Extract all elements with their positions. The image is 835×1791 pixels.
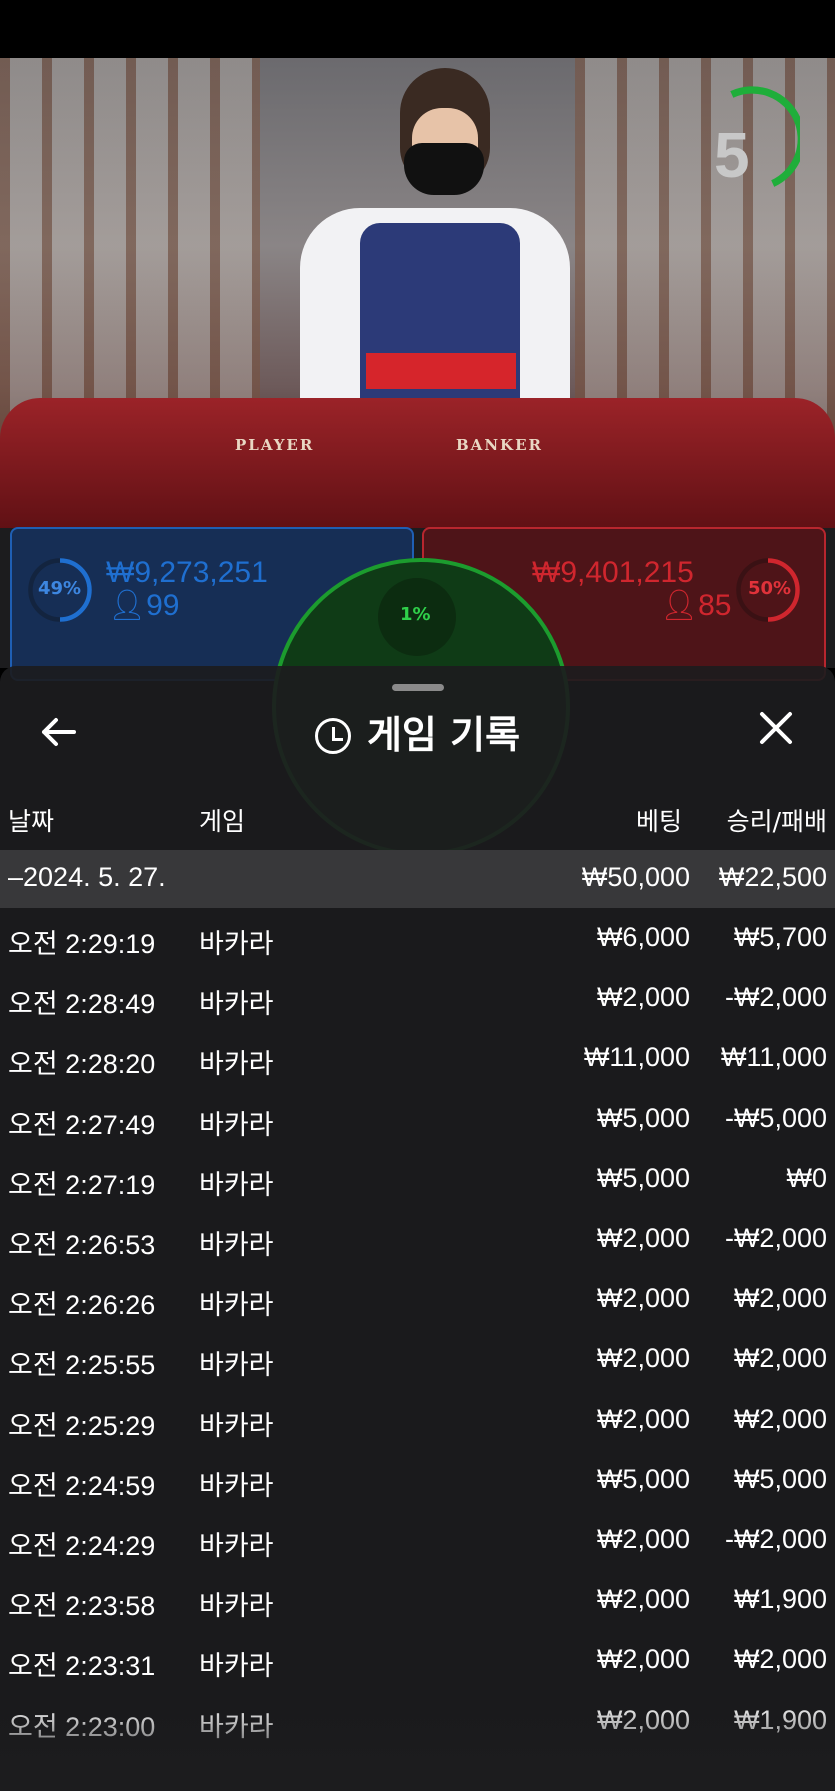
row-game: 바카라: [199, 1651, 274, 1682]
row-result: ₩2,000: [733, 1283, 827, 1314]
row-game: 바카라: [199, 1470, 274, 1501]
row-time: 오전 2:24:59: [8, 1470, 156, 1501]
row-result: ₩2,000: [733, 1343, 827, 1374]
table-banker-label: BANKER: [456, 436, 543, 454]
close-icon: [760, 712, 792, 744]
row-result: ₩0: [786, 1162, 828, 1193]
row-time: 오전 2:27:19: [8, 1169, 156, 1200]
sheet-title: 게임 기록: [0, 704, 835, 759]
row-result: ₩11,000: [720, 1042, 827, 1073]
row-game: 바카라: [199, 1350, 274, 1381]
history-icon: [314, 718, 351, 754]
date-group-date: –2024. 5. 27.: [8, 862, 166, 892]
table-player-label: PLAYER: [235, 436, 315, 454]
row-game: 바카라: [199, 1531, 274, 1561]
date-group-summary[interactable]: –2024. 5. 27. ₩50,000 ₩22,500: [0, 850, 835, 910]
column-header-game: 게임: [199, 807, 246, 836]
row-game: 바카라: [199, 1290, 274, 1321]
row-result: -₩2,000: [724, 1223, 827, 1253]
baccarat-table: [0, 398, 835, 528]
row-time: 오전 2:25:55: [8, 1350, 156, 1381]
history-row[interactable]: 오전 2:24:59 바카라 ₩5,000 ₩5,000: [0, 1452, 835, 1512]
player-percent: 49%: [38, 578, 82, 599]
row-bet: ₩2,000: [596, 1403, 690, 1434]
row-game: 바카라: [199, 1591, 274, 1622]
row-time: 오전 2:28:49: [8, 989, 156, 1020]
row-bet: ₩6,000: [596, 922, 690, 952]
row-time: 오전 2:29:19: [8, 929, 156, 959]
history-row[interactable]: 오전 2:29:19 바카라 ₩6,000 ₩5,700: [0, 910, 835, 970]
history-row[interactable]: 오전 2:23:58 바카라 ₩2,000 ₩1,900: [0, 1572, 835, 1632]
history-row[interactable]: 오전 2:26:26 바카라 ₩2,000 ₩2,000: [0, 1271, 835, 1331]
player-amount: ₩9,273,251: [106, 556, 268, 589]
row-bet: ₩2,000: [596, 1283, 690, 1314]
row-result: -₩2,000: [724, 1524, 827, 1554]
dealer-belt: [366, 353, 516, 389]
date-group-result-total: ₩22,500: [718, 862, 827, 892]
column-header-result: 승리/패배: [726, 807, 827, 836]
row-bet: ₩2,000: [596, 1584, 690, 1615]
history-row[interactable]: 오전 2:27:49 바카라 ₩5,000 -₩5,000: [0, 1091, 835, 1151]
row-time: 오전 2:23:58: [8, 1591, 156, 1622]
row-result: ₩5,700: [733, 922, 827, 952]
row-result: -₩2,000: [724, 982, 827, 1013]
countdown-value: 5: [714, 119, 750, 191]
row-result: ₩5,000: [733, 1463, 827, 1494]
row-bet: ₩5,000: [596, 1102, 690, 1133]
row-game: 바카라: [199, 1109, 274, 1140]
column-header-bet: 베팅: [635, 807, 682, 836]
history-row[interactable]: 오전 2:24:29 바카라 ₩2,000 -₩2,000: [0, 1512, 835, 1572]
banker-amount: ₩9,401,215: [532, 556, 694, 589]
row-bet: ₩2,000: [596, 1223, 690, 1253]
dealer-mask: [404, 143, 484, 195]
list-fade: [0, 1700, 835, 1791]
history-row[interactable]: 오전 2:23:31 바카라 ₩2,000 ₩2,000: [0, 1632, 835, 1692]
banker-percent: 50%: [748, 578, 792, 599]
row-result: -₩5,000: [724, 1102, 827, 1133]
row-result: ₩2,000: [733, 1403, 827, 1434]
row-game: 바카라: [199, 1230, 274, 1260]
sheet-drag-handle[interactable]: [392, 684, 444, 691]
history-row[interactable]: 오전 2:25:29 바카라 ₩2,000 ₩2,000: [0, 1392, 835, 1452]
row-game: 바카라: [199, 929, 274, 959]
row-bet: ₩2,000: [596, 1524, 690, 1554]
row-time: 오전 2:26:53: [8, 1230, 156, 1260]
user-icon: 👤︎: [660, 589, 699, 622]
row-game: 바카라: [199, 1410, 274, 1441]
row-bet: ₩2,000: [596, 982, 690, 1013]
row-game: 바카라: [199, 1049, 274, 1080]
history-row[interactable]: 오전 2:25:55 바카라 ₩2,000 ₩2,000: [0, 1331, 835, 1391]
history-row[interactable]: 오전 2:26:53 바카라 ₩2,000 -₩2,000: [0, 1211, 835, 1271]
column-header-date: 날짜: [8, 807, 55, 836]
row-time: 오전 2:27:49: [8, 1109, 156, 1140]
close-button[interactable]: [756, 708, 800, 752]
banker-count: 👤︎85: [660, 589, 732, 622]
player-count: 👤︎99: [108, 589, 180, 622]
row-game: 바카라: [199, 989, 274, 1020]
row-time: 오전 2:23:31: [8, 1651, 156, 1682]
row-time: 오전 2:26:26: [8, 1290, 156, 1321]
row-result: ₩2,000: [733, 1644, 827, 1675]
row-bet: ₩5,000: [596, 1162, 690, 1193]
row-time: 오전 2:28:20: [8, 1049, 156, 1080]
row-game: 바카라: [199, 1169, 274, 1200]
row-result: ₩1,900: [733, 1584, 827, 1615]
row-bet: ₩2,000: [596, 1644, 690, 1675]
history-row[interactable]: 오전 2:27:19 바카라 ₩5,000 ₩0: [0, 1151, 835, 1211]
date-group-bet-total: ₩50,000: [581, 862, 690, 892]
row-bet: ₩5,000: [596, 1463, 690, 1494]
row-bet: ₩11,000: [583, 1042, 690, 1073]
row-time: 오전 2:25:29: [8, 1410, 156, 1441]
row-time: 오전 2:24:29: [8, 1531, 156, 1561]
row-bet: ₩2,000: [596, 1343, 690, 1374]
history-row[interactable]: 오전 2:28:20 바카라 ₩11,000 ₩11,000: [0, 1030, 835, 1090]
user-icon: 👤︎: [108, 589, 147, 622]
tie-percent: 1%: [400, 604, 431, 625]
history-row[interactable]: 오전 2:28:49 바카라 ₩2,000 -₩2,000: [0, 970, 835, 1030]
